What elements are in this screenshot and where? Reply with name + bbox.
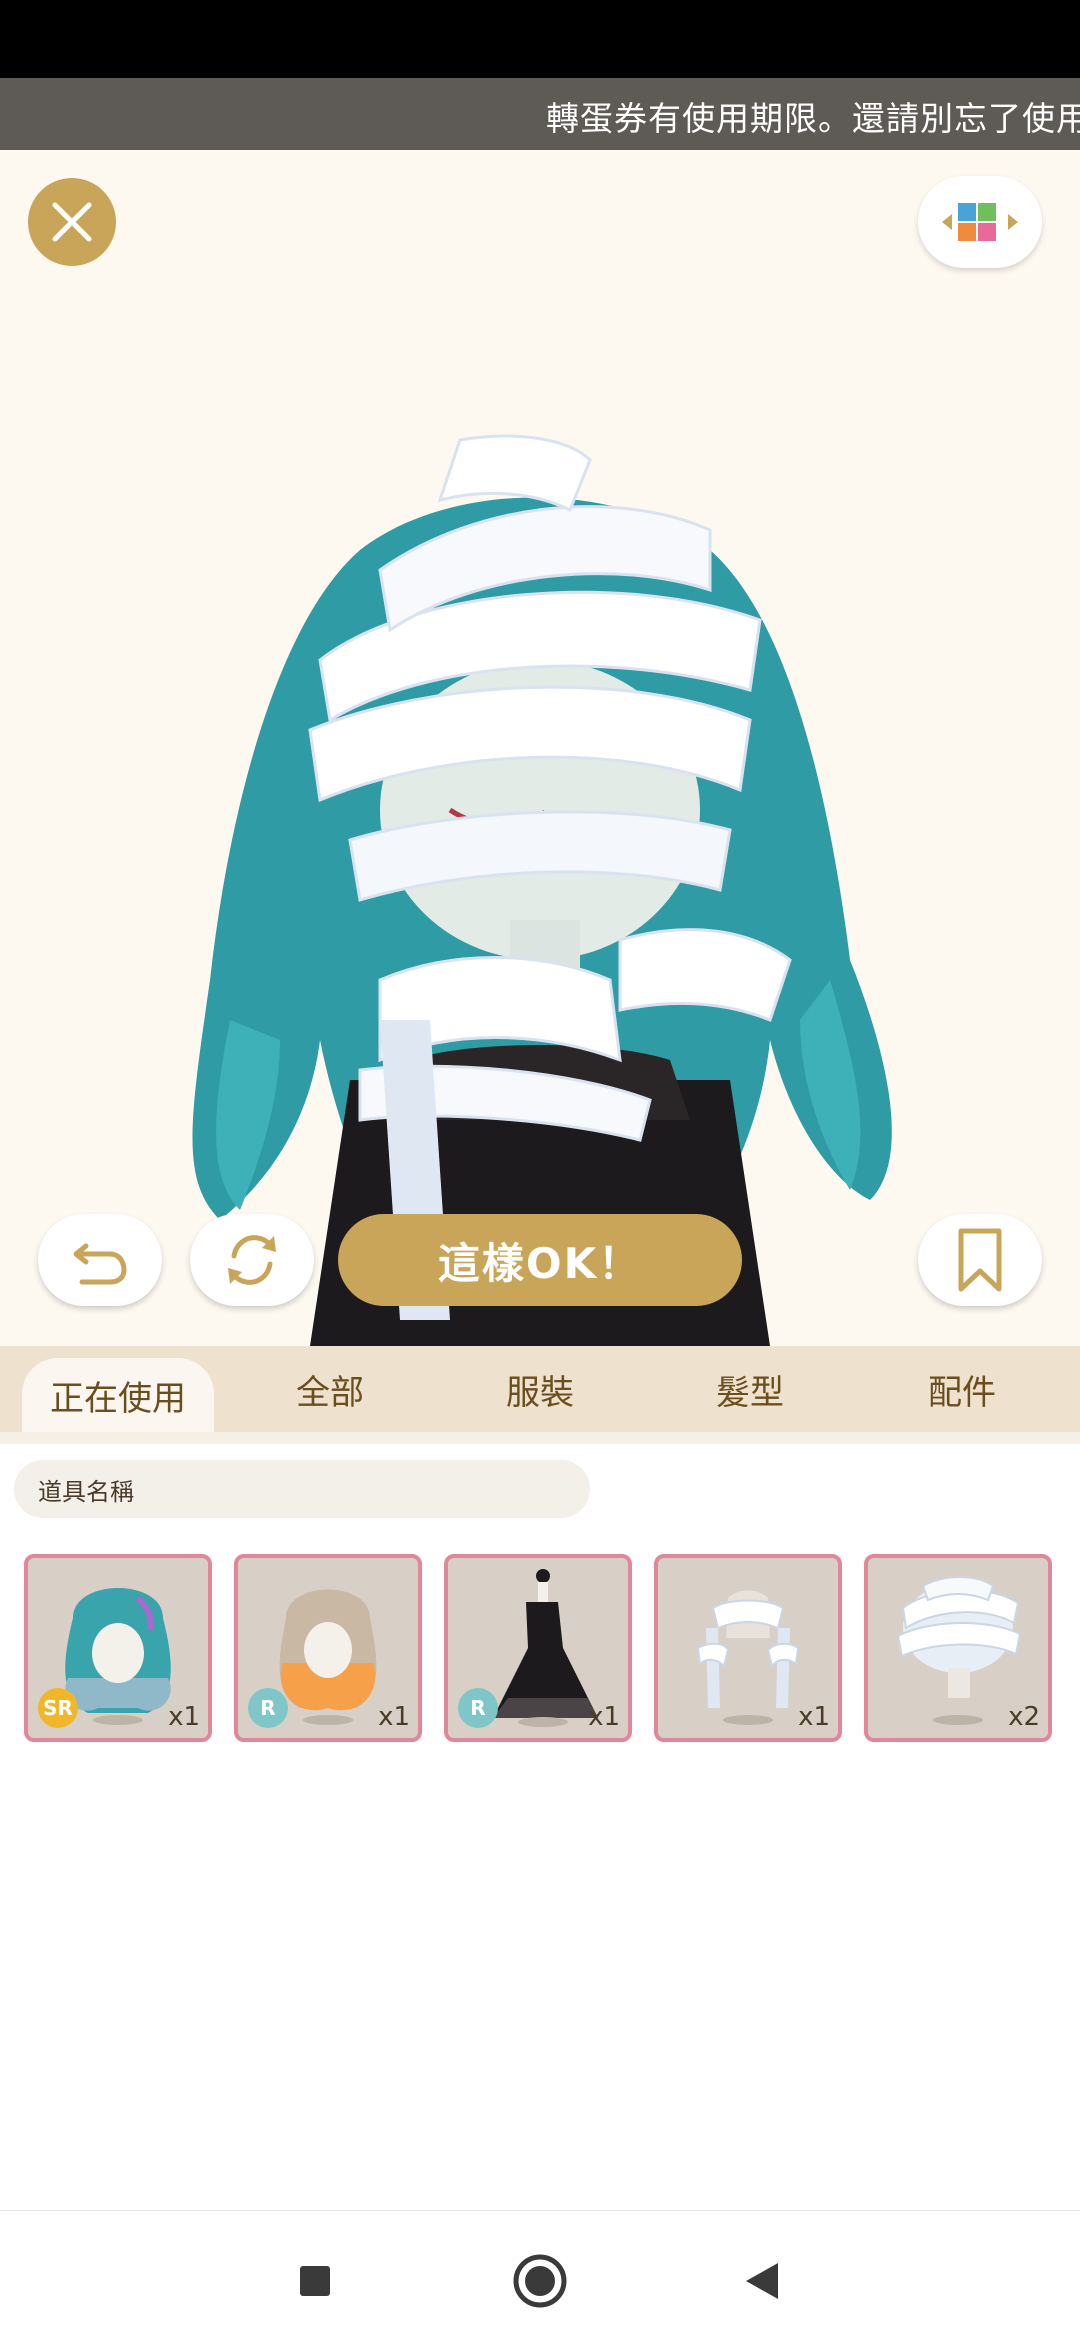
home-circle-icon [513,2254,567,2308]
color-grid-icon [942,203,1018,241]
item-count: x2 [1008,1702,1040,1732]
undo-button[interactable] [38,1214,162,1306]
tab-in-use[interactable]: 正在使用 [22,1358,214,1432]
item-count: x1 [798,1702,830,1732]
item-card[interactable]: x1 [654,1554,842,1742]
item-card[interactable]: R x1 [234,1554,422,1742]
notice-ticker: 轉蛋券有使用期限。還請別忘了使用 [0,78,1080,150]
item-card[interactable]: x2 [864,1554,1052,1742]
back-button[interactable] [732,2251,792,2311]
item-search-input[interactable]: 道具名稱 [14,1460,590,1518]
undo-icon [73,1243,127,1285]
tab-accessories[interactable]: 配件 [872,1346,1052,1432]
avatar-stage: 這樣OK！ [0,150,1080,1346]
refresh-icon [228,1235,276,1285]
close-button[interactable] [28,178,116,266]
tab-clothing[interactable]: 服裝 [450,1346,630,1432]
background-switch-button[interactable] [918,176,1042,268]
tab-hairstyle[interactable]: 髮型 [660,1346,840,1432]
system-nav-bar [0,2210,1080,2340]
rarity-badge: R [458,1688,498,1728]
tab-divider [0,1432,1080,1444]
close-icon [52,202,92,242]
item-count: x1 [588,1702,620,1732]
reset-button[interactable] [190,1214,314,1306]
tab-all[interactable]: 全部 [240,1346,420,1432]
home-button[interactable] [510,2251,570,2311]
confirm-ok-button[interactable]: 這樣OK！ [338,1214,742,1306]
avatar-character [192,434,892,1346]
item-count: x1 [168,1702,200,1732]
bookmark-icon [958,1228,1002,1292]
back-triangle-icon [746,2263,778,2299]
item-card[interactable]: SR x1 [24,1554,212,1742]
rarity-badge: SR [38,1688,78,1728]
category-tabs: 正在使用 全部 服裝 髮型 配件 [0,1346,1080,1432]
square-icon [300,2266,330,2296]
item-count: x1 [378,1702,410,1732]
save-outfit-button[interactable] [918,1214,1042,1306]
ticker-text: 轉蛋券有使用期限。還請別忘了使用 [546,99,1080,138]
item-card[interactable]: R x1 [444,1554,632,1742]
status-bar [0,0,1080,78]
rarity-badge: R [248,1688,288,1728]
item-grid: SR x1 R x1 R x1 x1 x2 [24,1554,1064,1742]
recents-button[interactable] [285,2251,345,2311]
